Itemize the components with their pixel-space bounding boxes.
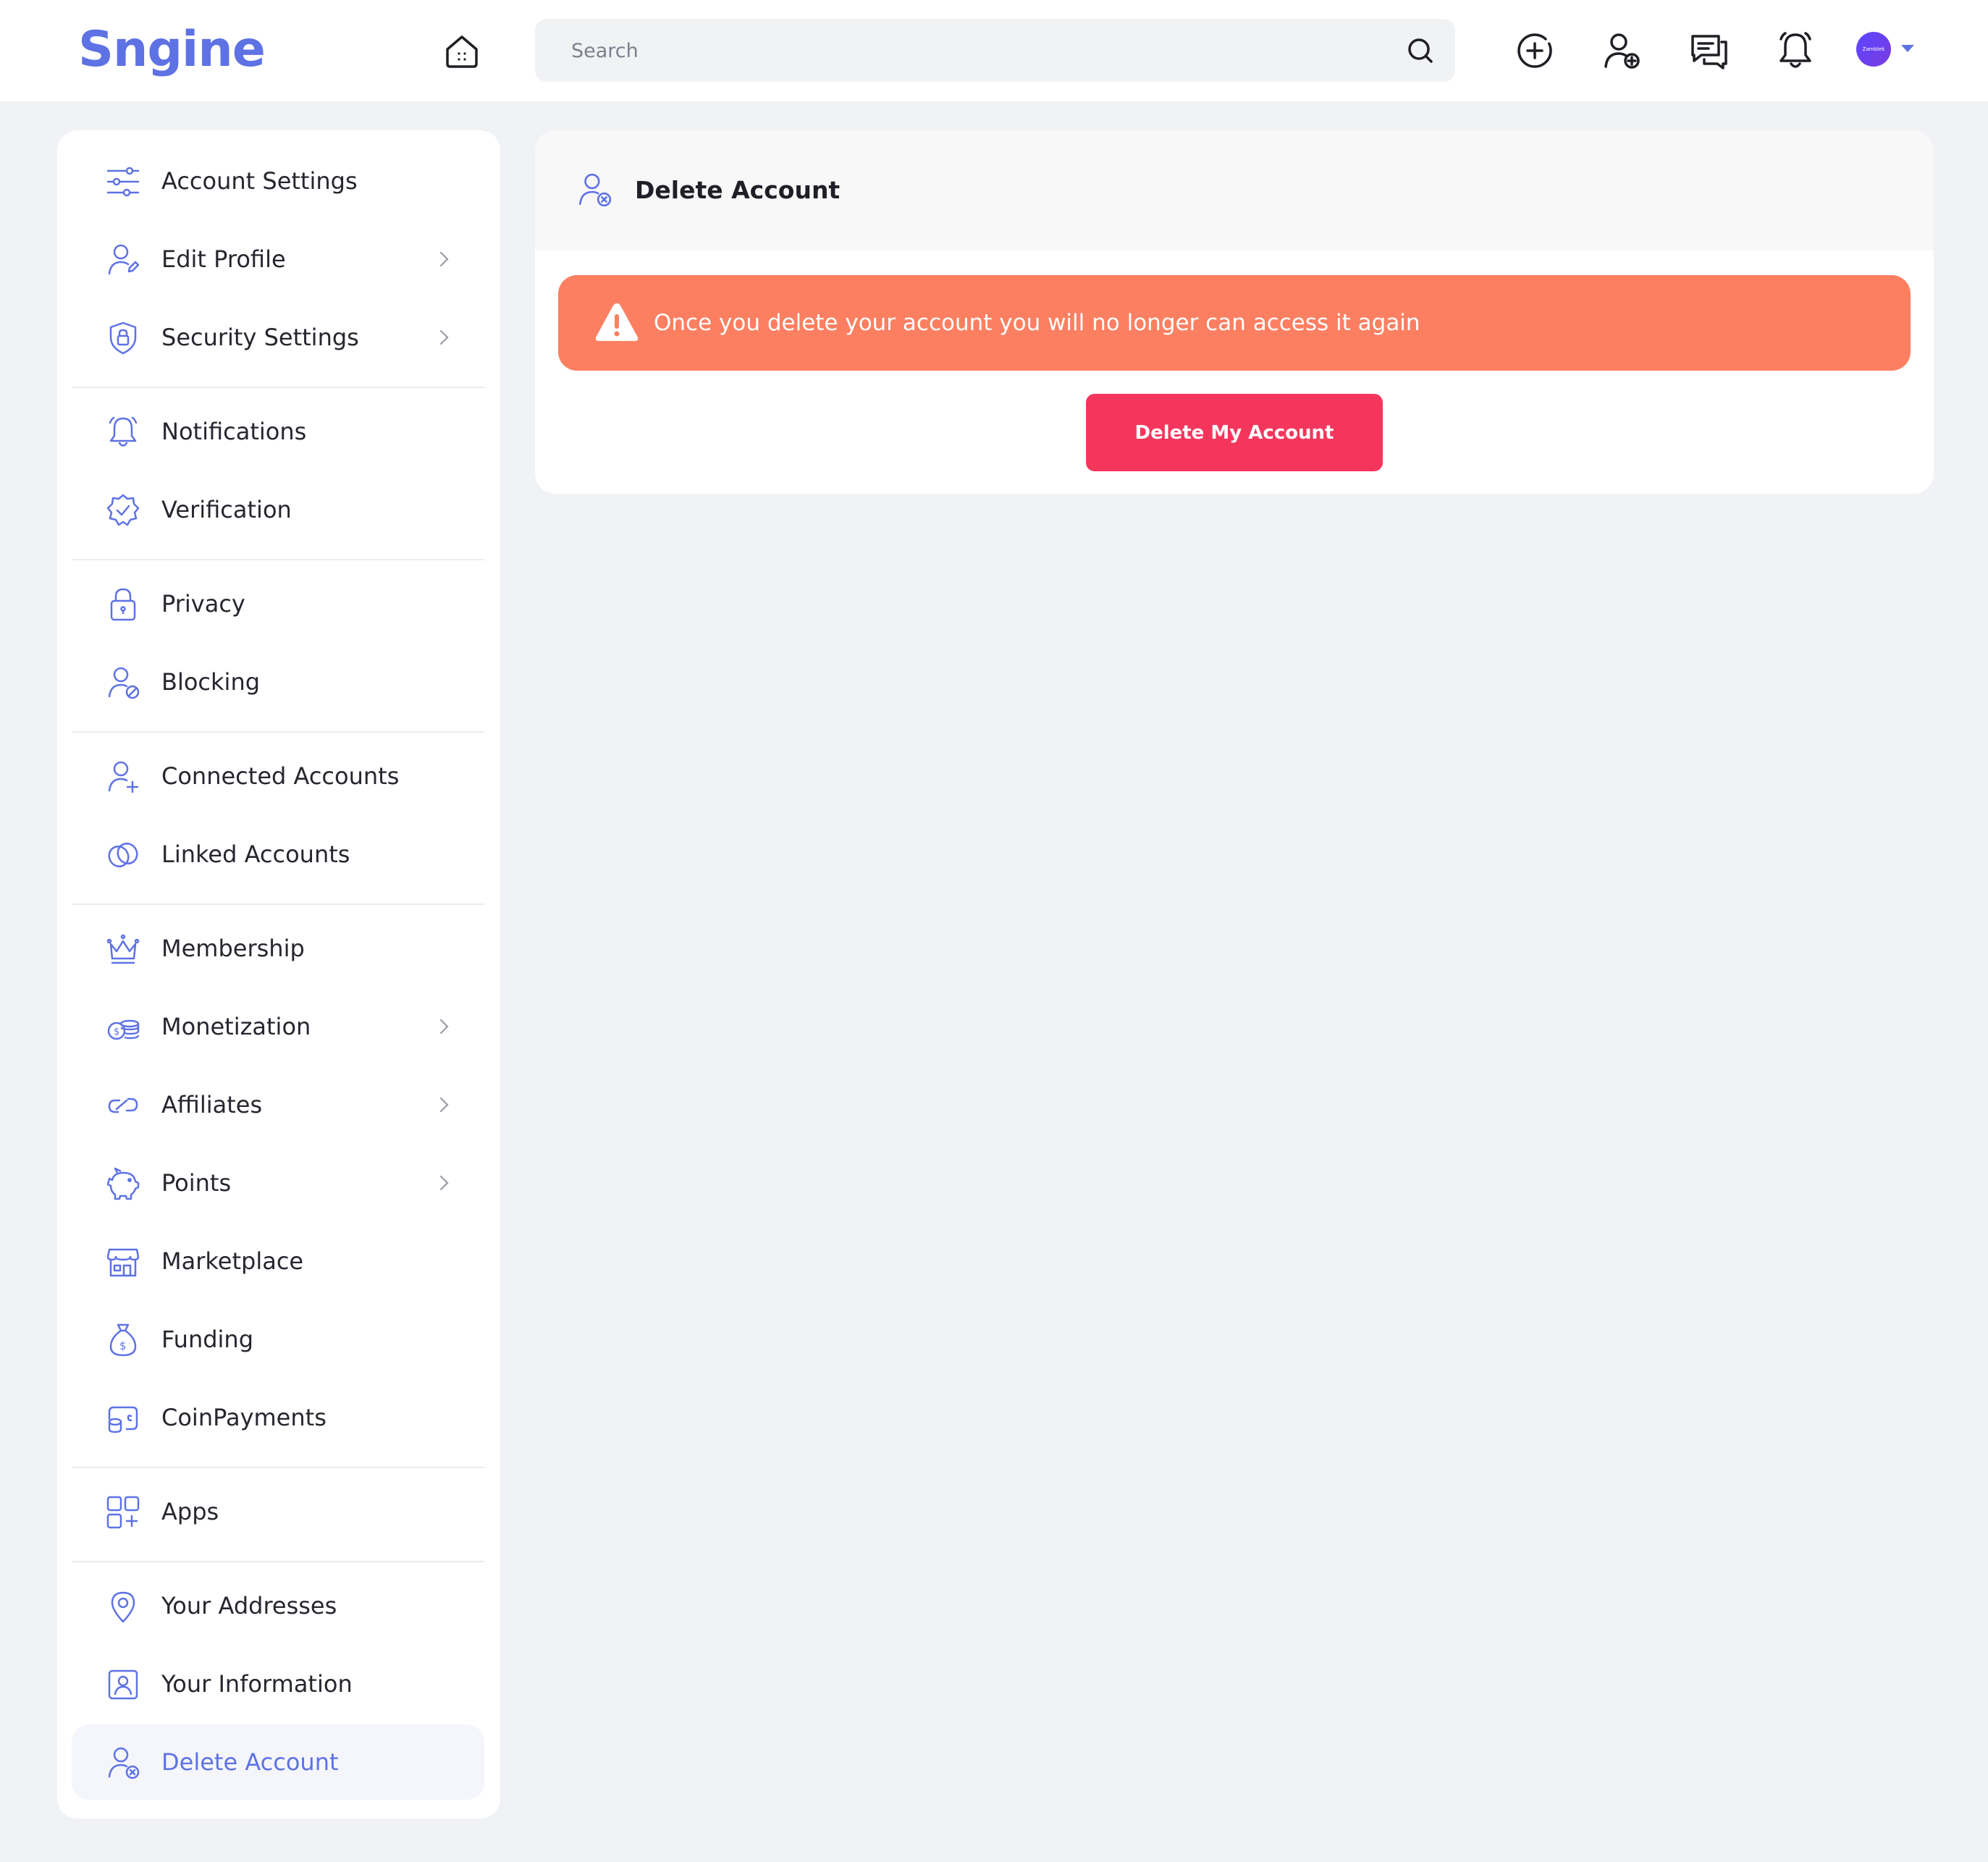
sidebar-item-label: Monetization [161, 1013, 311, 1040]
sidebar-item-funding[interactable]: $ Funding [72, 1302, 484, 1377]
sidebar-item-your-addresses[interactable]: Your Addresses [72, 1568, 484, 1643]
sidebar-item-coinpayments[interactable]: CoinPayments [72, 1380, 484, 1455]
sidebar-item-label: Security Settings [161, 324, 359, 351]
sidebar-divider [72, 731, 484, 733]
sidebar-item-security-settings[interactable]: Security Settings [72, 300, 484, 375]
add-friend-icon[interactable] [1600, 29, 1643, 72]
chevron-down-icon[interactable] [1901, 45, 1914, 52]
card-header: Delete Account [535, 130, 1934, 250]
sidebar-item-delete-account[interactable]: Delete Account [72, 1724, 484, 1800]
sidebar-divider [72, 387, 484, 388]
settings-sidebar: Account Settings Edit Profile Security S… [57, 130, 500, 1819]
sidebar-item-connected-accounts[interactable]: Connected Accounts [72, 738, 484, 814]
sidebar-item-label: Linked Accounts [161, 841, 350, 868]
chevron-right-icon [435, 1018, 452, 1035]
sidebar-item-label: Apps [161, 1498, 219, 1525]
sidebar-item-label: Verification [161, 496, 292, 523]
add-circle-icon[interactable] [1513, 29, 1557, 72]
sidebar-item-privacy[interactable]: Privacy [72, 566, 484, 641]
sidebar-item-label: Affiliates [161, 1091, 263, 1119]
avatar[interactable]: Zamblek [1856, 32, 1891, 67]
sidebar-item-label: Funding [161, 1326, 254, 1353]
verified-badge-icon [105, 492, 141, 528]
sidebar-item-label: Blocking [161, 668, 261, 696]
messages-icon[interactable] [1687, 29, 1730, 72]
user-edit-icon [105, 242, 141, 278]
svg-text:$: $ [119, 1339, 127, 1352]
sidebar-divider [72, 903, 484, 905]
chevron-right-icon [435, 1096, 452, 1113]
sidebar-divider [72, 1467, 484, 1468]
store-icon [105, 1244, 141, 1280]
sidebar-item-label: Marketplace [161, 1247, 304, 1275]
lock-icon [105, 586, 141, 623]
sidebar-item-label: Notifications [161, 418, 307, 445]
search-icon[interactable] [1406, 36, 1435, 65]
sidebar-item-linked-accounts[interactable]: Linked Accounts [72, 817, 484, 892]
sidebar-item-label: Points [161, 1169, 232, 1197]
top-header: Sngine Search Zamblek [0, 0, 1988, 101]
sidebar-item-label: CoinPayments [161, 1404, 327, 1431]
warning-text: Once you delete your account you will no… [654, 310, 1420, 336]
id-card-icon [105, 1667, 141, 1703]
search-input[interactable] [570, 19, 1369, 83]
sidebar-item-label: Edit Profile [161, 245, 286, 273]
coins-icon: $ [105, 1009, 141, 1045]
sidebar-divider [72, 559, 484, 560]
delete-my-account-button[interactable]: Delete My Account [1086, 394, 1383, 471]
sidebar-item-apps[interactable]: Apps [72, 1474, 484, 1549]
affiliates-link-icon [105, 1087, 141, 1124]
sidebar-item-membership[interactable]: Membership [72, 911, 484, 986]
link-icon [105, 837, 141, 873]
page-title: Delete Account [635, 176, 841, 204]
delete-account-card: Delete Account Once you delete your acco… [535, 130, 1934, 494]
location-pin-icon [105, 1588, 141, 1625]
sidebar-item-label: Connected Accounts [161, 762, 400, 790]
user-plus-icon [105, 759, 141, 795]
sidebar-item-account-settings[interactable]: Account Settings [72, 143, 484, 219]
sidebar-item-notifications[interactable]: Notifications [72, 394, 484, 469]
sidebar-item-edit-profile[interactable]: Edit Profile [72, 222, 484, 297]
user-remove-icon [576, 171, 613, 208]
sidebar-item-points[interactable]: Points [72, 1145, 484, 1221]
warning-alert: Once you delete your account you will no… [558, 275, 1911, 371]
search-bar [535, 19, 1455, 83]
piggy-bank-icon [105, 1166, 141, 1202]
chevron-right-icon [435, 329, 452, 346]
sliders-icon [105, 164, 141, 200]
bell-icon [105, 414, 141, 450]
sidebar-item-verification[interactable]: Verification [72, 472, 484, 547]
sidebar-divider [72, 1561, 484, 1562]
home-icon[interactable] [442, 30, 482, 71]
user-remove-icon [105, 1745, 141, 1781]
shield-lock-icon [105, 320, 141, 356]
apps-grid-icon [105, 1494, 141, 1530]
sidebar-item-affiliates[interactable]: Affiliates [72, 1067, 484, 1142]
sidebar-item-label: Your Addresses [161, 1592, 337, 1619]
money-bag-icon: $ [105, 1322, 141, 1358]
user-block-icon [105, 665, 141, 701]
notifications-bell-icon[interactable] [1774, 29, 1817, 72]
crown-icon [105, 931, 141, 967]
sidebar-item-label: Privacy [161, 590, 245, 618]
coin-payments-icon [105, 1400, 141, 1436]
sidebar-item-label: Delete Account [161, 1748, 339, 1776]
sidebar-item-marketplace[interactable]: Marketplace [72, 1223, 484, 1299]
sidebar-item-label: Membership [161, 935, 305, 962]
sidebar-item-monetization[interactable]: $ Monetization [72, 989, 484, 1064]
svg-text:$: $ [114, 1027, 119, 1037]
logo[interactable]: Sngine [78, 17, 266, 83]
sidebar-item-label: Your Information [161, 1670, 353, 1698]
sidebar-item-your-information[interactable]: Your Information [72, 1646, 484, 1722]
warning-triangle-icon [594, 301, 639, 343]
chevron-right-icon [435, 250, 452, 268]
chevron-right-icon [435, 1174, 452, 1192]
sidebar-item-label: Account Settings [161, 167, 358, 195]
sidebar-item-blocking[interactable]: Blocking [72, 644, 484, 720]
